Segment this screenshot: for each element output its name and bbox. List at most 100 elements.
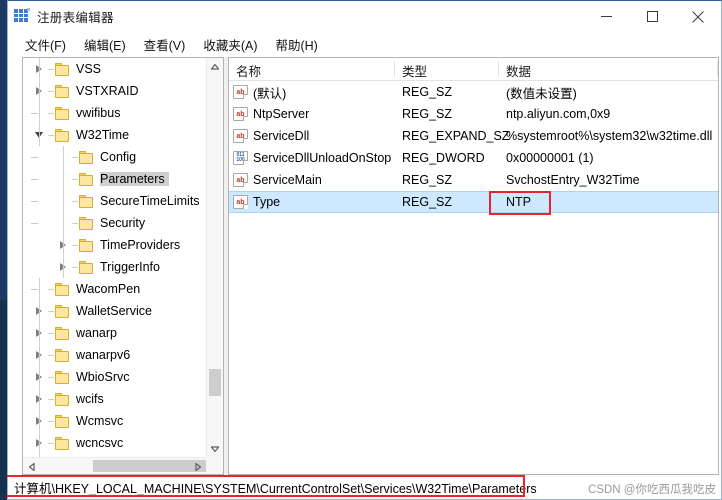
- tree-connector-dash: –: [48, 129, 54, 141]
- tree-item-wanarpv6[interactable]: – wanarpv6: [23, 344, 206, 366]
- value-name-cell: ab Type: [229, 195, 395, 209]
- tree-scroll-up-icon[interactable]: [207, 58, 223, 75]
- desktop-left-strip: [0, 0, 7, 500]
- folder-icon: [79, 194, 95, 208]
- column-header-type[interactable]: 类型: [395, 58, 499, 80]
- table-row[interactable]: ab Type REG_SZ NTP: [229, 191, 718, 213]
- registry-path-text: 计算机\HKEY_LOCAL_MACHINE\SYSTEM\CurrentCon…: [14, 481, 537, 496]
- string-value-icon: ab: [233, 173, 248, 187]
- tree-item-label: WalletService: [76, 304, 152, 318]
- tree-item-vss[interactable]: – VSS: [23, 58, 206, 80]
- minimize-button[interactable]: [583, 1, 629, 32]
- tree-item-timeproviders[interactable]: – TimeProviders: [23, 234, 206, 256]
- menu-edit[interactable]: 编辑(E): [75, 33, 135, 57]
- folder-icon: [55, 282, 71, 296]
- table-row[interactable]: ab ServiceDll REG_EXPAND_SZ %systemroot%\sy…: [229, 125, 718, 147]
- tree-item-label: SecureTimeLimits: [100, 194, 200, 208]
- tree-item-wacompen[interactable]: – WacomPen: [23, 278, 206, 300]
- tree-item-wanarp[interactable]: – wanarp: [23, 322, 206, 344]
- table-row[interactable]: ab ServiceMain REG_SZ SvchostEntry_W32Time: [229, 169, 718, 191]
- tree-horizontal-scrollbar[interactable]: [23, 457, 208, 474]
- value-name-cell: ab ServiceDll: [229, 129, 395, 143]
- value-name-cell: ab ServiceMain: [229, 173, 395, 187]
- tree-item-label: wanarp: [76, 326, 117, 340]
- values-list-body[interactable]: ab (默认) REG_SZ (数值未设置) ab NtpServer REG_SZ ntp.…: [229, 81, 718, 474]
- registry-editor-window: 注册表编辑器 文件(F) 编辑(E) 查看(V) 收藏夹(A) 帮助(H) – …: [7, 0, 722, 500]
- tree-item-label: W32Time: [76, 128, 130, 142]
- tree-connector-dash: –: [48, 393, 54, 405]
- column-header-data[interactable]: 数据: [499, 58, 718, 80]
- folder-icon: [55, 348, 71, 362]
- tree-item-w32time[interactable]: – W32Time: [23, 124, 206, 146]
- tree-connector-dash: –: [72, 195, 78, 207]
- screenshot-root: 注册表编辑器 文件(F) 编辑(E) 查看(V) 收藏夹(A) 帮助(H) – …: [0, 0, 722, 500]
- table-row[interactable]: ab NtpServer REG_SZ ntp.aliyun.com,0x9: [229, 103, 718, 125]
- folder-icon: [55, 106, 71, 120]
- value-name-text: ServiceDll: [253, 129, 310, 143]
- value-data-cell: ntp.aliyun.com,0x9: [506, 107, 611, 121]
- value-type-cell: REG_EXPAND_SZ: [402, 129, 510, 143]
- tree-item-label: wcncsvc: [76, 436, 124, 450]
- tree-item-config[interactable]: – Config: [23, 146, 206, 168]
- tree-scroll-right-icon[interactable]: [189, 458, 206, 474]
- folder-icon: [55, 370, 71, 384]
- tree-connector-dash: –: [48, 283, 54, 295]
- tree-item-triggerinfo[interactable]: – TriggerInfo: [23, 256, 206, 278]
- menu-help[interactable]: 帮助(H): [266, 33, 326, 57]
- folder-icon: [55, 392, 71, 406]
- tree-connector-dash: –: [48, 63, 54, 75]
- folder-icon: [55, 326, 71, 340]
- registry-tree-pane: – VSS – VSTXRAID – vwifibus – W32Time – Config – Pa…: [22, 57, 224, 475]
- csdn-watermark: CSDN @你吃西瓜我吃皮: [588, 484, 716, 496]
- registry-tree[interactable]: – VSS – VSTXRAID – vwifibus – W32Time – Config – Pa…: [23, 58, 206, 457]
- maximize-button[interactable]: [629, 1, 675, 32]
- tree-item-securetimelimits[interactable]: – SecureTimeLimits: [23, 190, 206, 212]
- tree-item-wcmsvc[interactable]: – Wcmsvc: [23, 410, 206, 432]
- tree-item-label: Config: [100, 150, 137, 164]
- tree-connector-dash: –: [72, 217, 78, 229]
- tree-scroll-left-icon[interactable]: [23, 458, 40, 474]
- tree-item-vstxraid[interactable]: – VSTXRAID: [23, 80, 206, 102]
- content-area: – VSS – VSTXRAID – vwifibus – W32Time – Config – Pa…: [8, 57, 721, 475]
- folder-icon: [55, 436, 71, 450]
- string-value-icon: ab: [233, 129, 248, 143]
- tree-item-security[interactable]: – Security: [23, 212, 206, 234]
- value-data-cell: 0x00000001 (1): [506, 151, 594, 165]
- values-list-pane: 名称 类型 数据 ab (默认) REG_SZ (数值未设置) ab NtpServer R…: [228, 57, 719, 475]
- tree-item-label: Wcmsvc: [76, 414, 124, 428]
- tree-item-walletservice[interactable]: – WalletService: [23, 300, 206, 322]
- column-header-name[interactable]: 名称: [229, 58, 395, 80]
- tree-item-vwifibus[interactable]: – vwifibus: [23, 102, 206, 124]
- value-type-cell: REG_SZ: [402, 107, 453, 121]
- string-value-icon: ab: [233, 195, 248, 209]
- tree-item-label: TriggerInfo: [100, 260, 160, 274]
- value-name-text: ServiceDllUnloadOnStop: [253, 151, 392, 165]
- window-title: 注册表编辑器: [37, 10, 114, 25]
- tree-connector-dash: –: [48, 437, 54, 449]
- tree-scroll-corner: [206, 457, 223, 474]
- value-type-cell: REG_SZ: [402, 85, 453, 99]
- tree-item-label: VSTXRAID: [76, 84, 139, 98]
- value-type-cell: REG_SZ: [402, 173, 453, 187]
- tree-item-label: wanarpv6: [76, 348, 131, 362]
- value-name-text: (默认): [253, 86, 287, 101]
- menu-favorites[interactable]: 收藏夹(A): [194, 33, 266, 57]
- tree-item-label: WbioSrvc: [76, 370, 130, 384]
- tree-connector-dash: –: [72, 173, 78, 185]
- close-button[interactable]: [675, 1, 721, 32]
- tree-vertical-scrollbar[interactable]: [206, 58, 223, 457]
- table-row[interactable]: 011 100 ServiceDllUnloadOnStop REG_DWORD 0x0…: [229, 147, 718, 169]
- folder-icon: [55, 414, 71, 428]
- tree-item-wcifs[interactable]: – wcifs: [23, 388, 206, 410]
- tree-connector-dash: –: [48, 371, 54, 383]
- tree-item-wcncsvc[interactable]: – wcncsvc: [23, 432, 206, 454]
- table-row[interactable]: ab (默认) REG_SZ (数值未设置): [229, 81, 718, 103]
- menu-view[interactable]: 查看(V): [135, 33, 195, 57]
- tree-item-parameters[interactable]: – Parameters: [23, 168, 206, 190]
- menu-bar: 文件(F) 编辑(E) 查看(V) 收藏夹(A) 帮助(H): [8, 32, 721, 57]
- tree-scroll-down-icon[interactable]: [207, 440, 223, 457]
- tree-item-wbiosrvc[interactable]: – WbioSrvc: [23, 366, 206, 388]
- value-name-cell: ab (默认): [229, 83, 395, 102]
- tree-scroll-thumb[interactable]: [209, 369, 221, 396]
- menu-file[interactable]: 文件(F): [16, 33, 75, 57]
